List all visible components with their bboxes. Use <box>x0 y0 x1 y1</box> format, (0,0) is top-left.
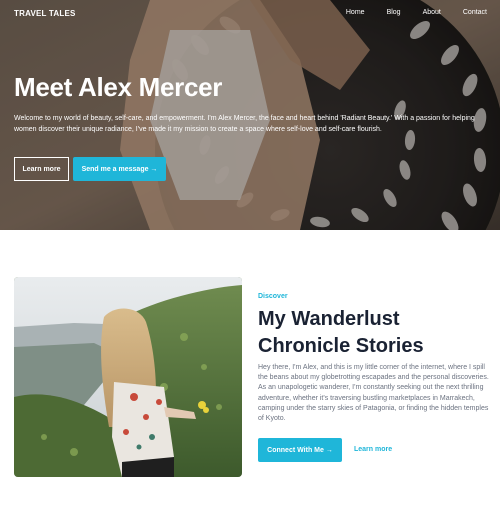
nav-link-blog[interactable]: Blog <box>387 9 401 16</box>
hero-description: Welcome to my world of beauty, self-care… <box>14 115 475 133</box>
nav-link-home[interactable]: Home <box>346 9 365 16</box>
connect-button[interactable]: Connect With Me → <box>258 438 342 462</box>
top-navigation: TRAVEL TALES Home Blog About Contact <box>0 0 500 28</box>
nav-links: Home Blog About Contact <box>324 9 487 16</box>
section-description: Hey there, I'm Alex, and this is my litt… <box>258 364 489 423</box>
section-eyebrow: Discover <box>258 293 288 300</box>
hero-title: Meet Alex Mercer <box>14 72 223 102</box>
nav-link-about[interactable]: About <box>423 9 441 16</box>
hero-section: TRAVEL TALES Home Blog About Contact Mee… <box>0 0 500 230</box>
send-message-button[interactable]: Send me a message → <box>73 157 166 181</box>
brand-logo[interactable]: TRAVEL TALES <box>14 9 76 18</box>
learn-more-link[interactable]: Learn more <box>354 446 392 453</box>
wanderer-photo <box>14 277 242 477</box>
learn-more-button[interactable]: Learn more <box>14 157 69 181</box>
wanderer-photo-image <box>14 277 242 477</box>
section-title: My Wanderlust Chronicle Stories <box>258 308 424 357</box>
nav-link-contact[interactable]: Contact <box>463 9 487 16</box>
